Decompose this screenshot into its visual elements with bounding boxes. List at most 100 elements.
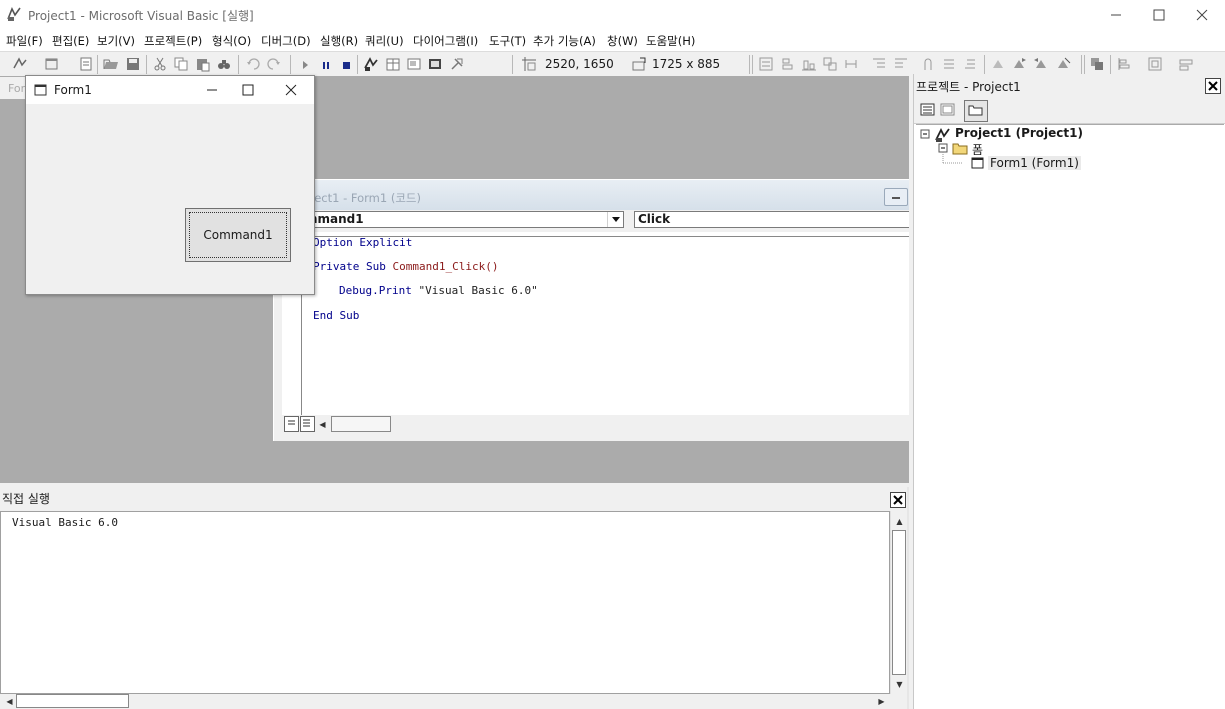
start-icon[interactable] [297, 56, 313, 72]
scroll-right-button[interactable]: ▶ [874, 694, 889, 709]
center-dropdown-icon[interactable] [1147, 56, 1163, 72]
tree-item-project[interactable]: Project1 (Project1) [955, 126, 1083, 140]
immediate-right-edge [907, 487, 909, 709]
object-combo-dropdown-button[interactable] [607, 212, 623, 227]
bring-to-front-icon[interactable] [1089, 56, 1105, 72]
open-project-icon[interactable] [103, 56, 119, 72]
next-bookmark-icon[interactable] [1011, 56, 1027, 72]
project-icon [935, 127, 950, 142]
menu-debug[interactable]: 디버그(D) [261, 33, 311, 49]
code-horizontal-scrollbar-thumb[interactable] [331, 416, 391, 432]
form1-maximize-button[interactable] [228, 76, 268, 104]
menu-query[interactable]: 쿼리(U) [365, 33, 404, 49]
menu-window[interactable]: 창(W) [607, 33, 638, 49]
project-explorer-icon[interactable] [363, 56, 379, 72]
copy-icon[interactable] [173, 56, 189, 72]
close-icon [893, 495, 903, 505]
scroll-up-button[interactable]: ▲ [892, 514, 907, 529]
immediate-vertical-scrollbar[interactable]: ▲ ▼ [890, 511, 908, 694]
menu-project[interactable]: 프로젝트(P) [144, 33, 202, 49]
form1-titlebar[interactable]: Form1 [26, 76, 314, 104]
immediate-window-close-button[interactable] [890, 492, 906, 508]
code-scroll-left-button[interactable]: ◀ [315, 417, 330, 432]
form1-close-button[interactable] [271, 76, 311, 104]
full-module-view-button[interactable] [300, 416, 315, 432]
previous-bookmark-icon[interactable] [1033, 56, 1049, 72]
menu-help[interactable]: 도움말(H) [646, 33, 695, 49]
redo-icon[interactable] [266, 56, 282, 72]
immediate-window-output[interactable]: Visual Basic 6.0 [0, 511, 890, 694]
tree-item-forms-folder[interactable]: 폼 [972, 141, 983, 158]
form1-title: Form1 [54, 83, 92, 97]
scroll-left-button[interactable]: ◀ [2, 694, 17, 709]
procedure-combo[interactable]: Click [634, 211, 910, 228]
close-button[interactable] [1179, 0, 1225, 29]
menu-tools[interactable]: 도구(T) [489, 33, 526, 49]
window-title: Project1 - Microsoft Visual Basic [실행] [28, 9, 254, 23]
project-explorer-toolbar [914, 98, 1225, 124]
command1-button[interactable]: Command1 [185, 208, 291, 262]
view-code-icon[interactable] [920, 103, 936, 117]
procedure-view-button[interactable] [284, 416, 299, 432]
break-icon[interactable] [318, 56, 334, 72]
menu-edit[interactable]: 편집(E) [52, 33, 89, 49]
splitter[interactable] [909, 74, 913, 709]
cut-icon[interactable] [152, 56, 168, 72]
form-layout-icon[interactable] [406, 56, 422, 72]
object-browser-icon[interactable] [427, 56, 443, 72]
code-window-titlebar[interactable]: oject1 - Form1 (코드) [274, 180, 910, 210]
save-project-icon[interactable] [125, 56, 141, 72]
folder-icon [968, 105, 983, 116]
indent-icon[interactable] [871, 56, 887, 72]
align-lefts-icon[interactable] [780, 56, 796, 72]
toggle-breakpoint-icon[interactable] [920, 56, 936, 72]
format-align-icon[interactable] [758, 56, 774, 72]
make-same-size-icon[interactable] [822, 56, 838, 72]
immediate-window-titlebar[interactable]: 직접 실행 [0, 487, 909, 511]
horizontal-scrollbar-thumb[interactable] [16, 694, 129, 708]
undo-icon[interactable] [245, 56, 261, 72]
project-explorer-close-button[interactable] [1205, 78, 1221, 94]
toolbar-separator [97, 55, 98, 74]
form1-minimize-button[interactable] [192, 76, 232, 104]
horizontal-spacing-icon[interactable] [843, 56, 859, 72]
find-icon[interactable] [216, 56, 232, 72]
project-explorer-titlebar[interactable]: 프로젝트 - Project1 [914, 74, 1225, 98]
toggle-folders-button[interactable] [964, 100, 988, 122]
code-editor[interactable]: Option Explicit Private Sub Command1_Cli… [302, 232, 910, 415]
clear-bookmarks-icon[interactable] [1055, 56, 1071, 72]
menu-addins[interactable]: 추가 기능(A) [533, 33, 596, 49]
code-window-minimize-button[interactable] [884, 188, 908, 206]
add-project-icon[interactable] [12, 56, 28, 72]
add-form-icon[interactable] [44, 56, 60, 72]
outdent-icon[interactable] [893, 56, 909, 72]
immediate-horizontal-scrollbar[interactable]: ◀ ▶ [0, 694, 890, 709]
toolbar-separator [512, 55, 513, 74]
minimize-button[interactable] [1093, 0, 1139, 29]
uncomment-block-icon[interactable] [962, 56, 978, 72]
menu-diagram[interactable]: 다이어그램(I) [413, 33, 478, 49]
align-dropdown-icon[interactable] [1116, 56, 1132, 72]
menu-format[interactable]: 형식(O) [212, 33, 251, 49]
align-bottoms-icon[interactable] [801, 56, 817, 72]
maximize-icon [1153, 9, 1165, 20]
menu-view[interactable]: 보기(V) [97, 33, 135, 49]
maximize-button[interactable] [1136, 0, 1182, 29]
position-icon [522, 57, 536, 71]
menu-file[interactable]: 파일(F) [6, 33, 43, 49]
comment-block-icon[interactable] [941, 56, 957, 72]
view-object-icon[interactable] [940, 103, 956, 117]
scroll-down-button[interactable]: ▼ [892, 677, 907, 692]
close-icon [1208, 81, 1218, 91]
properties-window-icon[interactable] [385, 56, 401, 72]
vertical-scrollbar-thumb[interactable] [892, 530, 906, 675]
paste-icon[interactable] [195, 56, 211, 72]
size-dropdown-icon[interactable] [1178, 56, 1194, 72]
menu-editor-icon[interactable] [78, 56, 94, 72]
object-combo[interactable]: mmand1 [302, 211, 624, 228]
end-icon[interactable] [339, 56, 355, 72]
toolbox-icon[interactable] [449, 56, 465, 72]
tree-item-form1[interactable]: Form1 (Form1) [988, 156, 1081, 170]
menu-run[interactable]: 실행(R) [320, 33, 358, 49]
toggle-bookmark-icon[interactable] [990, 56, 1006, 72]
